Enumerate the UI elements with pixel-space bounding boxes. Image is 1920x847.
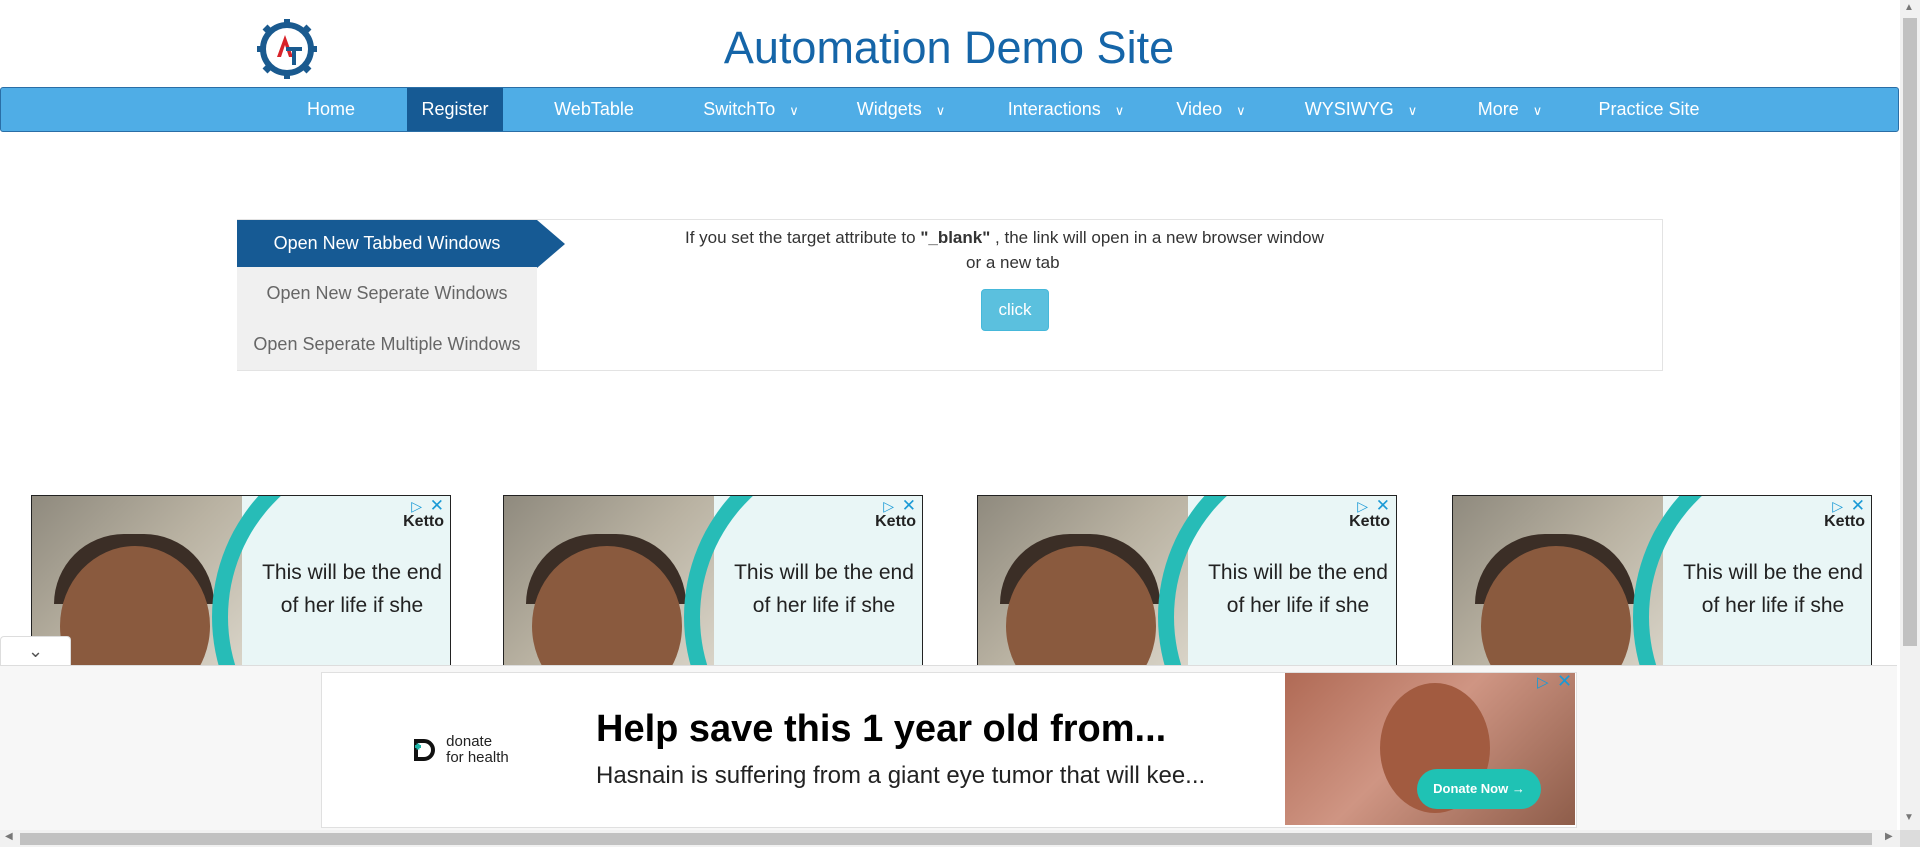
ad-card[interactable]: This will be the end of her life if she … xyxy=(1452,495,1872,669)
nav-more-label: More xyxy=(1477,99,1519,119)
horizontal-scrollbar-thumb[interactable] xyxy=(20,833,1872,845)
scrollbar-corner xyxy=(1900,830,1920,847)
main-navbar: Home Register WebTable SwitchTo ∨ Widgets… xyxy=(0,87,1899,132)
desc-keyword: "_blank" xyxy=(920,228,991,247)
ad-card[interactable]: This will be the end of her life if she … xyxy=(31,495,451,669)
chevron-down-icon: ∨ xyxy=(935,103,946,118)
click-button[interactable]: click xyxy=(981,289,1049,331)
nav-switchto-label: SwitchTo xyxy=(703,99,776,119)
active-tab-arrow xyxy=(537,220,565,268)
nav-interactions[interactable]: Interactions ∨ xyxy=(996,88,1136,131)
donate-for-health-icon xyxy=(414,739,435,761)
close-icon[interactable]: ✕ xyxy=(1557,671,1572,692)
banner-headline: Help save this 1 year old from... xyxy=(596,708,1167,750)
close-icon[interactable]: ✕ xyxy=(902,496,916,516)
nav-switchto[interactable]: SwitchTo ∨ xyxy=(691,88,811,131)
page-title: Automation Demo Site xyxy=(723,22,1175,73)
nav-practice-site-label: Practice Site xyxy=(1598,99,1700,119)
chevron-down-icon: ∨ xyxy=(1532,103,1543,118)
adchoices-icon[interactable]: ▷ xyxy=(883,498,894,515)
adchoices-icon[interactable]: ▷ xyxy=(1537,673,1549,691)
nav-register[interactable]: Register xyxy=(407,88,503,131)
scroll-left-arrow-icon[interactable]: ◀ xyxy=(5,831,13,842)
logo-line1: donate xyxy=(446,733,493,750)
nav-register-label: Register xyxy=(421,99,489,119)
ad-card[interactable]: This will be the end of her life if she … xyxy=(977,495,1397,669)
tab-open-seperate-multiple-windows[interactable]: Open Seperate Multiple Windows xyxy=(237,321,537,368)
chevron-down-icon: ∨ xyxy=(1114,103,1125,118)
ad-text: This will be the end of her life if she xyxy=(1683,561,1863,617)
desc-text-before: If you set the target attribute to xyxy=(685,228,921,247)
tab-description: If you set the target attribute to "_bla… xyxy=(685,228,1324,248)
desc-text-after: , the link will open in a new browser wi… xyxy=(990,228,1324,247)
scroll-down-arrow-icon[interactable]: ▼ xyxy=(1904,812,1914,823)
ad-text: This will be the end of her life if she xyxy=(734,561,914,617)
donate-now-button[interactable]: Donate Now → xyxy=(1417,769,1541,809)
chevron-down-icon: ∨ xyxy=(789,103,799,118)
nav-widgets[interactable]: Widgets ∨ xyxy=(846,88,956,131)
chevron-down-icon: ⌄ xyxy=(27,641,44,661)
close-icon[interactable]: ✕ xyxy=(1376,496,1390,516)
adchoices-icon[interactable]: ▷ xyxy=(411,498,422,515)
ad-text: This will be the end of her life if she xyxy=(262,561,442,617)
nav-video[interactable]: Video ∨ xyxy=(1166,88,1256,131)
banner-subtext: Hasnain is suffering from a giant eye tu… xyxy=(596,762,1206,789)
nav-webtable-label: WebTable xyxy=(554,99,634,119)
chevron-down-icon: ∨ xyxy=(1407,103,1418,118)
tab-open-new-seperate-windows[interactable]: Open New Seperate Windows xyxy=(237,270,537,317)
tab-open-new-tabbed-windows[interactable]: Open New Tabbed Windows xyxy=(237,220,537,267)
logo-line2: for health xyxy=(446,749,509,766)
nav-wysiwyg[interactable]: WYSIWYG ∨ xyxy=(1296,88,1426,131)
nav-practice-site[interactable]: Practice Site xyxy=(1589,88,1709,131)
adchoices-icon[interactable]: ▷ xyxy=(1357,498,1368,515)
nav-webtable[interactable]: WebTable xyxy=(544,88,644,131)
nav-more[interactable]: More ∨ xyxy=(1465,88,1555,131)
nav-home-label: Home xyxy=(306,99,355,119)
nav-interactions-label: Interactions xyxy=(1007,99,1101,119)
nav-wysiwyg-label: WYSIWYG xyxy=(1304,99,1394,119)
scroll-up-arrow-icon[interactable]: ▲ xyxy=(1904,2,1914,13)
close-icon[interactable]: ✕ xyxy=(1851,496,1865,516)
tab-description-line2: or a new tab xyxy=(966,253,1060,272)
nav-video-label: Video xyxy=(1176,99,1223,119)
collapse-ad-button[interactable]: ⌄ xyxy=(0,636,71,666)
donate-for-health-logo: donate for health xyxy=(412,734,509,766)
chevron-down-icon: ∨ xyxy=(1236,103,1246,118)
adchoices-icon[interactable]: ▷ xyxy=(1832,498,1843,515)
scroll-right-arrow-icon[interactable]: ▶ xyxy=(1885,831,1893,842)
nav-widgets-label: Widgets xyxy=(856,99,922,119)
nav-home[interactable]: Home xyxy=(291,88,371,131)
ad-text: This will be the end of her life if she xyxy=(1208,561,1388,617)
close-icon[interactable]: ✕ xyxy=(430,496,444,516)
vertical-scrollbar-thumb[interactable] xyxy=(1903,18,1917,646)
ad-card[interactable]: This will be the end of her life if she … xyxy=(503,495,923,669)
